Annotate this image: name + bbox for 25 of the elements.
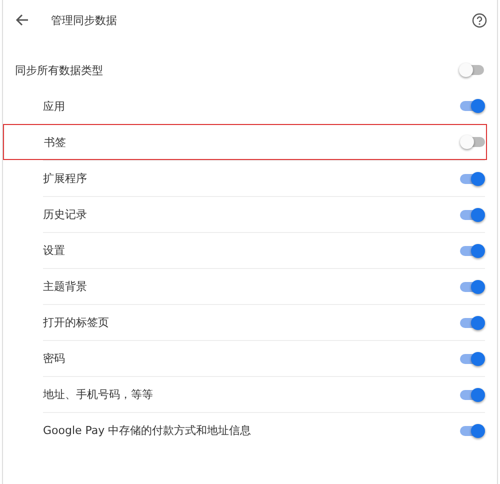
back-icon[interactable]	[15, 13, 29, 27]
setting-label: 密码	[43, 351, 66, 366]
setting-label: 书签	[44, 134, 67, 150]
setting-label: 主题背景	[43, 279, 88, 294]
setting-label: 地址、手机号码，等等	[43, 387, 154, 402]
toggle-switch[interactable]	[459, 63, 485, 77]
toggle-switch[interactable]	[459, 172, 485, 186]
setting-label: 应用	[43, 98, 66, 114]
toggle-switch[interactable]	[459, 99, 485, 113]
toggle-switch[interactable]	[459, 352, 485, 366]
setting-label: 同步所有数据类型	[15, 62, 104, 78]
setting-label: 历史记录	[43, 207, 88, 222]
toggle-switch[interactable]	[459, 316, 485, 330]
page-title: 管理同步数据	[51, 12, 118, 28]
setting-label: 设置	[43, 243, 66, 258]
toggle-switch[interactable]	[459, 388, 485, 402]
toggle-switch[interactable]	[459, 244, 485, 258]
toggle-switch[interactable]	[459, 208, 485, 222]
toggle-switch[interactable]	[459, 280, 485, 294]
setting-label: 打开的标签页	[43, 315, 110, 330]
toggle-switch[interactable]	[459, 424, 485, 438]
toggle-switch[interactable]	[460, 135, 486, 149]
setting-label: 扩展程序	[43, 171, 88, 186]
help-icon[interactable]	[472, 12, 487, 28]
setting-label: Google Pay 中存储的付款方式和地址信息	[43, 423, 252, 438]
